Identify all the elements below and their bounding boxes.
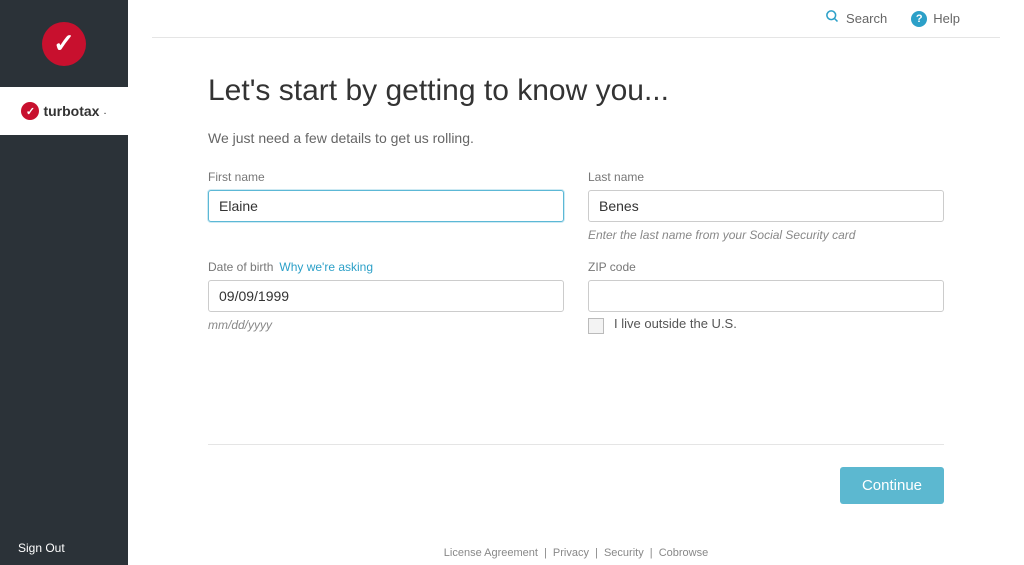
last-name-input[interactable] bbox=[588, 190, 944, 222]
help-link[interactable]: ? Help bbox=[911, 11, 960, 27]
brand-block[interactable]: ✓ turbotax. bbox=[0, 87, 128, 135]
search-link[interactable]: Search bbox=[825, 9, 887, 28]
search-label: Search bbox=[846, 11, 887, 26]
footer: License Agreement | Privacy | Security |… bbox=[128, 547, 1024, 559]
dob-group: Date of birth Why we're asking mm/dd/yyy… bbox=[208, 260, 564, 334]
zip-label: ZIP code bbox=[588, 260, 944, 274]
main-content: Search ? Help Let's start by getting to … bbox=[128, 0, 1024, 565]
footer-license[interactable]: License Agreement bbox=[444, 547, 538, 559]
top-bar: Search ? Help bbox=[152, 0, 1000, 38]
button-row: Continue bbox=[208, 467, 944, 504]
form-row-dob-zip: Date of birth Why we're asking mm/dd/yyy… bbox=[208, 260, 944, 334]
outside-us-label: I live outside the U.S. bbox=[614, 316, 737, 333]
last-name-helper: Enter the last name from your Social Sec… bbox=[588, 228, 944, 242]
logo-circle: ✓ bbox=[42, 22, 86, 66]
continue-button[interactable]: Continue bbox=[840, 467, 944, 504]
page-heading: Let's start by getting to know you... bbox=[208, 74, 944, 108]
page-subtext: We just need a few details to get us rol… bbox=[208, 130, 944, 146]
last-name-label: Last name bbox=[588, 170, 944, 184]
dob-helper: mm/dd/yyyy bbox=[208, 318, 564, 332]
content-area: Let's start by getting to know you... We… bbox=[128, 38, 1024, 504]
dob-label: Date of birth bbox=[208, 260, 273, 274]
outside-us-checkbox[interactable] bbox=[588, 318, 604, 334]
help-icon: ? bbox=[911, 11, 927, 27]
search-icon bbox=[825, 9, 840, 28]
first-name-label: First name bbox=[208, 170, 564, 184]
zip-input[interactable] bbox=[588, 280, 944, 312]
footer-privacy[interactable]: Privacy bbox=[553, 547, 589, 559]
sign-out-link[interactable]: Sign Out bbox=[18, 541, 65, 555]
divider bbox=[208, 444, 944, 445]
last-name-group: Last name Enter the last name from your … bbox=[588, 170, 944, 242]
checkmark-icon: ✓ bbox=[21, 102, 39, 120]
logo-block: ✓ bbox=[0, 0, 128, 87]
checkmark-icon: ✓ bbox=[53, 28, 75, 59]
footer-security[interactable]: Security bbox=[604, 547, 644, 559]
zip-group: ZIP code I live outside the U.S. bbox=[588, 260, 944, 334]
brand-name: turbotax bbox=[43, 103, 99, 119]
dob-input[interactable] bbox=[208, 280, 564, 312]
footer-cobrowse[interactable]: Cobrowse bbox=[659, 547, 709, 559]
dob-why-link[interactable]: Why we're asking bbox=[279, 260, 373, 274]
help-label: Help bbox=[933, 11, 960, 26]
outside-us-row: I live outside the U.S. bbox=[588, 316, 944, 334]
sidebar: ✓ ✓ turbotax. Sign Out bbox=[0, 0, 128, 565]
first-name-input[interactable] bbox=[208, 190, 564, 222]
first-name-group: First name bbox=[208, 170, 564, 242]
form-row-name: First name Last name Enter the last name… bbox=[208, 170, 944, 242]
